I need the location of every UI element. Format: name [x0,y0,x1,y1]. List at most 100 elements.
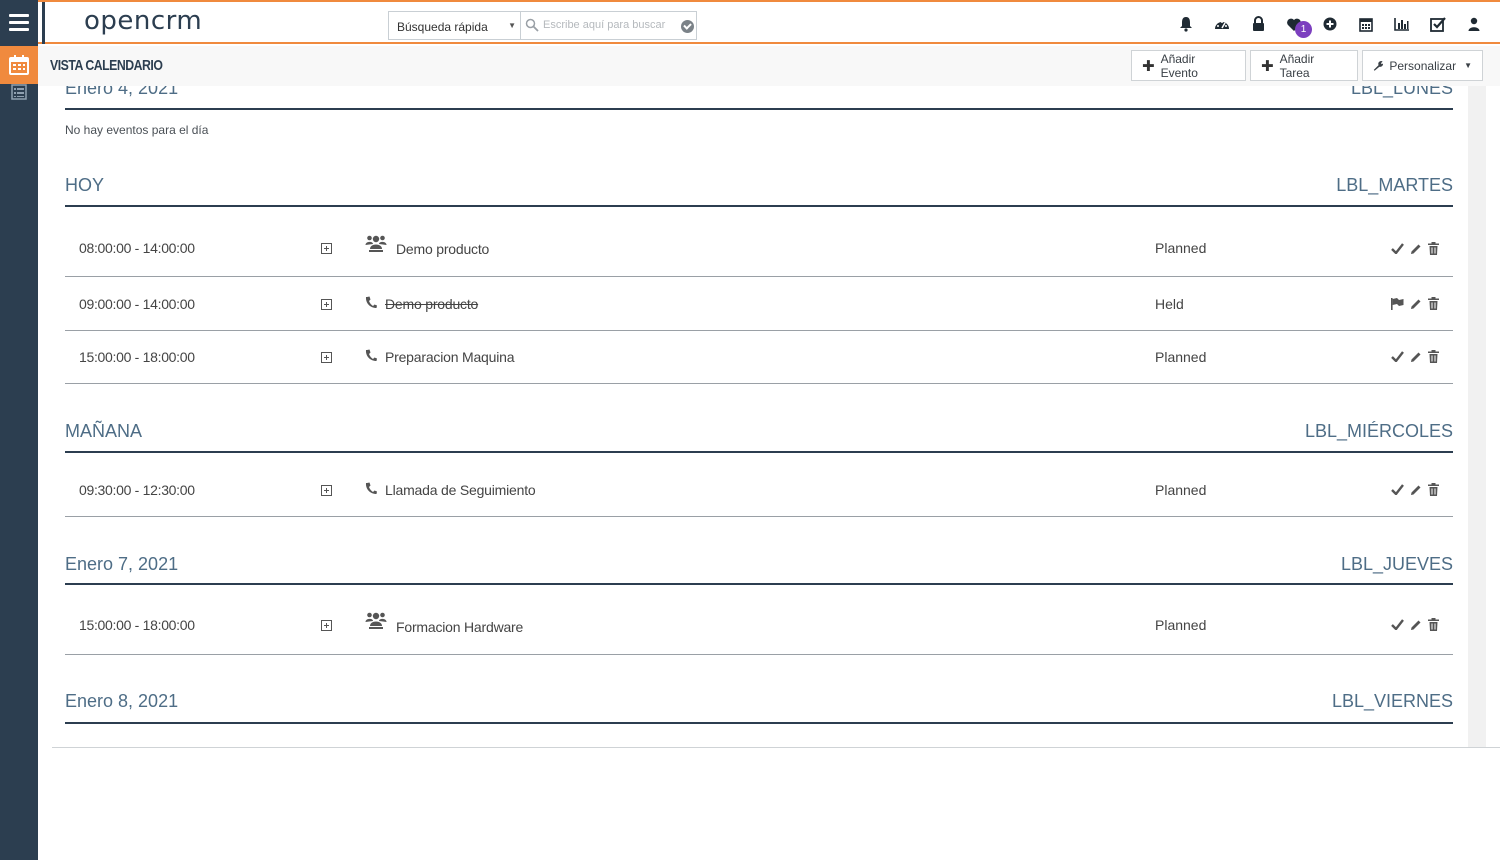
event-row[interactable]: 08:00:00 - 14:00:00 Demo producto Planne… [65,207,1453,277]
trash-icon[interactable] [1427,350,1440,363]
day-label: Enero 4, 2021 [65,86,179,98]
event-subject[interactable]: Llamada de Seguimiento [385,482,536,498]
weekday-label: LBL_MARTES [1336,175,1453,195]
event-row[interactable]: 15:00:00 - 18:00:00 Formacion Hardware P… [65,585,1453,655]
event-time: 09:30:00 - 12:30:00 [79,482,195,498]
check-icon[interactable] [1391,350,1404,363]
weekday-label: LBL_MIÉRCOLES [1304,421,1453,441]
plus-icon: ✚ [1261,57,1274,75]
event-row[interactable]: 09:30:00 - 12:30:00 Llamada de Seguimien… [65,453,1453,517]
search-input[interactable]: Escribe aquí para buscar [520,11,697,40]
expand-icon[interactable] [321,485,332,496]
sub-header: VISTA CALENDARIO ✚ Añadir Evento ✚ Añadi… [38,46,1500,86]
expand-icon[interactable] [321,620,332,631]
user-icon[interactable] [1456,12,1492,36]
day-label: Enero 7, 2021 [65,554,179,574]
event-actions [1391,350,1440,363]
page-title: VISTA CALENDARIO [50,57,163,74]
chart-icon[interactable] [1384,12,1420,36]
trash-icon[interactable] [1427,242,1440,255]
check-icon[interactable] [1391,242,1404,255]
event-time: 15:00:00 - 18:00:00 [79,617,195,633]
event-actions [1391,242,1440,255]
trash-icon[interactable] [1427,297,1440,310]
event-time: 09:00:00 - 14:00:00 [79,296,195,312]
add-task-button[interactable]: ✚ Añadir Tarea [1250,50,1358,81]
lock-icon[interactable] [1240,12,1276,36]
menu-icon[interactable] [0,0,38,44]
no-events-text: No hay eventos para el día [65,123,209,137]
add-task-label: Añadir Tarea [1279,51,1315,80]
day-header: HOY LBL_MARTES [65,170,1453,207]
expand-icon[interactable] [321,352,332,363]
event-actions [1391,618,1440,631]
pencil-icon[interactable] [1409,242,1422,255]
event-subject[interactable]: Demo producto [385,296,478,312]
weekday-label: LBL_VIERNES [1331,691,1453,711]
wrench-icon [1373,61,1384,71]
event-actions [1391,483,1440,496]
event-status: Held [1155,296,1184,312]
plus-circle-icon[interactable] [1312,12,1348,36]
event-status: Planned [1155,240,1207,256]
quick-search-label: Búsqueda rápida [397,20,488,34]
event-actions [1391,297,1440,310]
event-subject[interactable]: Preparacion Maquina [385,349,514,365]
notification-badge: 1 [1295,21,1312,38]
chevron-down-icon: ▼ [508,21,516,30]
check-icon[interactable] [1391,618,1404,631]
pencil-icon[interactable] [1409,297,1422,310]
pencil-icon[interactable] [1409,618,1422,631]
phone-icon [365,296,377,308]
checkbox-icon[interactable] [1420,12,1456,36]
pencil-icon[interactable] [1409,483,1422,496]
left-rail [0,0,38,860]
phone-icon [365,349,377,361]
event-status: Planned [1155,482,1207,498]
calendar-view-button[interactable] [0,46,38,84]
pencil-icon[interactable] [1409,350,1422,363]
meeting-icon [365,612,387,629]
heart-icon[interactable]: 1 [1276,12,1312,38]
event-subject[interactable]: Demo producto [396,241,489,257]
list-view-button[interactable] [0,84,38,100]
top-header: opencrm Búsqueda rápida ▼ Escribe aquí p… [38,0,1500,44]
weekday-label: LBL_LUNES [1350,86,1453,98]
header-divider [42,2,45,44]
event-status: Planned [1155,349,1207,365]
weekday-label: LBL_JUEVES [1340,554,1453,574]
day-header: MAÑANA LBL_MIÉRCOLES [65,416,1453,453]
day-label: HOY [65,175,105,195]
day-header: Enero 4, 2021 LBL_LUNES [65,86,1453,110]
search-submit-icon[interactable] [681,20,694,33]
quick-search-select[interactable]: Búsqueda rápida ▼ [388,11,521,40]
search-icon [525,18,539,32]
phone-icon [365,482,377,494]
event-status: Planned [1155,617,1207,633]
meeting-icon [365,235,387,252]
calendar-icon[interactable] [1348,12,1384,36]
add-event-label: Añadir Evento [1160,51,1198,80]
day-label: MAÑANA [65,421,143,441]
list-icon [11,84,27,100]
calendar-icon [9,55,29,75]
customize-label: Personalizar [1389,58,1457,73]
app-logo[interactable]: opencrm [84,6,202,36]
trash-icon[interactable] [1427,618,1440,631]
bell-icon[interactable] [1168,12,1204,36]
scrollbar[interactable] [1468,86,1486,747]
customize-button[interactable]: Personalizar ▼ [1362,50,1483,81]
event-row[interactable]: 15:00:00 - 18:00:00 Preparacion Maquina … [65,331,1453,384]
dashboard-icon[interactable] [1204,12,1240,36]
flag-icon[interactable] [1391,297,1404,310]
trash-icon[interactable] [1427,483,1440,496]
add-event-button[interactable]: ✚ Añadir Evento [1131,50,1246,81]
day-label: Enero 8, 2021 [65,691,179,711]
event-time: 08:00:00 - 14:00:00 [79,240,195,256]
search-placeholder: Escribe aquí para buscar [543,19,666,31]
expand-icon[interactable] [321,243,332,254]
check-icon[interactable] [1391,483,1404,496]
event-row[interactable]: 09:00:00 - 14:00:00 Demo producto Held [65,277,1453,331]
event-subject[interactable]: Formacion Hardware [396,619,523,635]
expand-icon[interactable] [321,299,332,310]
